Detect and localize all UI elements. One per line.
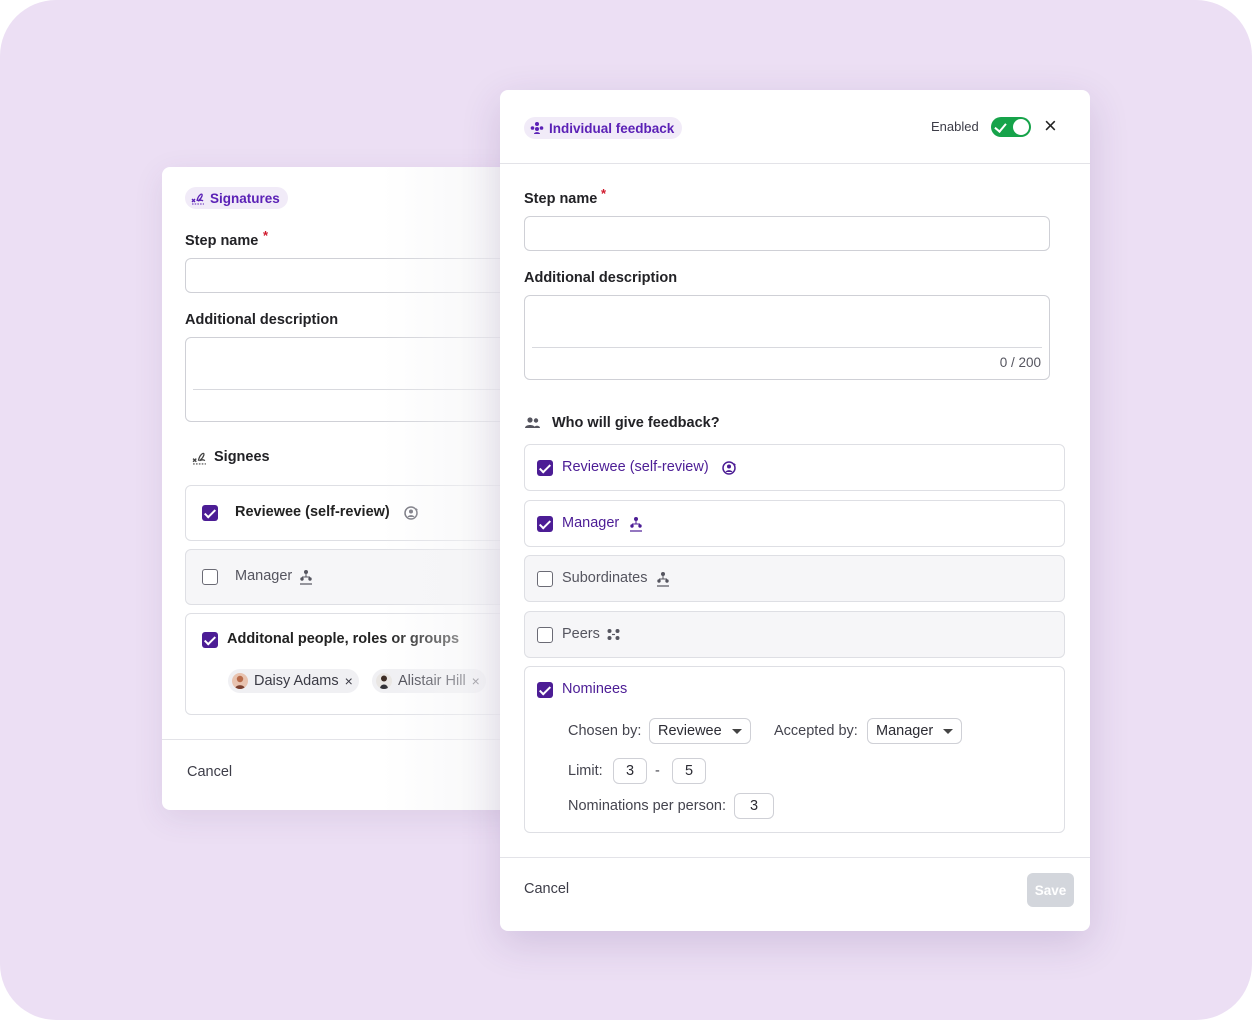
person-chip[interactable]: Daisy Adams × xyxy=(228,669,359,693)
signees-heading: Signees xyxy=(214,449,270,465)
option-label: Additonal people, roles or groups xyxy=(227,631,460,647)
limit-min-input[interactable]: 3 xyxy=(613,758,647,784)
individual-feedback-dialog: Individual feedback Enabled × Step name … xyxy=(500,90,1090,931)
option-label: Reviewee (self-review) xyxy=(562,459,709,475)
step-name-input[interactable] xyxy=(524,216,1050,251)
close-icon[interactable]: × xyxy=(1044,113,1057,139)
avatar xyxy=(232,673,248,689)
reviewee-checkbox[interactable] xyxy=(537,460,553,476)
header-divider xyxy=(500,163,1090,164)
per-person-label: Nominations per person: xyxy=(568,798,726,814)
subordinates-checkbox[interactable] xyxy=(537,571,553,587)
remove-chip-icon[interactable]: × xyxy=(472,673,480,689)
feedback-icon xyxy=(530,121,544,135)
required-mark: * xyxy=(263,228,269,243)
avatar xyxy=(376,673,392,689)
char-count: 0 / 200 xyxy=(999,355,1041,370)
hierarchy-icon xyxy=(299,569,313,590)
nominees-checkbox[interactable] xyxy=(537,682,553,698)
manager-checkbox[interactable] xyxy=(537,516,553,532)
chevron-down-icon xyxy=(731,728,742,734)
option-label: Reviewee (self-review) xyxy=(235,504,390,520)
toggle-knob xyxy=(1013,119,1029,135)
chosen-by-label: Chosen by: xyxy=(568,723,642,739)
chip-name: Alistair Hill xyxy=(398,673,466,689)
chevron-down-icon xyxy=(943,728,954,734)
signee-reviewee-option[interactable]: Reviewee (self-review) xyxy=(185,485,522,541)
option-label: Nominees xyxy=(562,681,628,697)
signee-additional-option[interactable]: Additonal people, roles or groups Daisy … xyxy=(185,613,522,715)
textarea-divider xyxy=(532,347,1042,348)
footer-divider xyxy=(162,739,522,740)
signatures-dialog: Signatures Step name * Additional descri… xyxy=(162,167,522,810)
remove-chip-icon[interactable]: × xyxy=(345,673,353,689)
signature-icon xyxy=(192,450,207,470)
manager-checkbox[interactable] xyxy=(202,569,218,585)
per-person-input[interactable]: 3 xyxy=(734,793,774,819)
step-name-label: Step name xyxy=(185,233,259,249)
enabled-label: Enabled xyxy=(931,119,979,134)
hierarchy-icon xyxy=(656,571,670,592)
option-label: Peers xyxy=(562,626,600,642)
accepted-by-select[interactable]: Manager xyxy=(867,718,963,744)
chosen-by-select[interactable]: Reviewee xyxy=(649,718,751,744)
additional-checkbox[interactable] xyxy=(202,632,218,648)
who-heading: Who will give feedback? xyxy=(552,415,720,431)
tag-label: Individual feedback xyxy=(549,120,675,136)
reviewee-option[interactable]: Reviewee (self-review) xyxy=(524,444,1065,491)
person-chip[interactable]: Alistair Hill × xyxy=(372,669,486,693)
limit-label: Limit: xyxy=(568,763,603,779)
limit-max-input[interactable]: 5 xyxy=(672,758,706,784)
chip-name: Daisy Adams xyxy=(254,673,339,689)
required-mark: * xyxy=(601,186,607,201)
reviewee-checkbox[interactable] xyxy=(202,505,218,521)
option-label: Manager xyxy=(562,515,620,531)
check-icon xyxy=(994,120,1007,133)
step-name-label: Step name xyxy=(524,191,598,207)
hierarchy-icon xyxy=(629,516,643,537)
textarea-divider xyxy=(193,389,522,390)
description-textarea[interactable] xyxy=(185,337,522,422)
description-textarea[interactable] xyxy=(524,295,1050,380)
enabled-toggle[interactable] xyxy=(991,117,1031,137)
subordinates-option[interactable]: Subordinates xyxy=(524,555,1065,602)
chosen-by-value: Reviewee xyxy=(658,723,722,739)
individual-feedback-tag: Individual feedback xyxy=(524,117,683,139)
self-review-icon xyxy=(721,460,737,481)
manager-option[interactable]: Manager xyxy=(524,500,1065,547)
option-label: Subordinates xyxy=(562,570,648,586)
description-label: Additional description xyxy=(524,270,678,286)
people-icon xyxy=(524,416,541,435)
signee-manager-option[interactable]: Manager xyxy=(185,549,522,605)
signatures-tag: Signatures xyxy=(185,187,288,209)
signature-icon xyxy=(191,191,205,205)
description-label: Additional description xyxy=(185,312,339,328)
accepted-by-value: Manager xyxy=(876,723,934,739)
peers-option[interactable]: Peers xyxy=(524,611,1065,658)
footer-divider xyxy=(500,857,1090,858)
peers-icon xyxy=(606,628,621,647)
cancel-button[interactable]: Cancel xyxy=(524,881,569,897)
save-button[interactable]: Save xyxy=(1027,873,1074,907)
tag-label: Signatures xyxy=(210,190,280,206)
limit-separator: - xyxy=(655,763,660,779)
nominees-option[interactable]: Nominees Chosen by: Reviewee Accepted by… xyxy=(524,666,1065,833)
step-name-input[interactable] xyxy=(185,258,522,293)
peers-checkbox[interactable] xyxy=(537,627,553,643)
self-review-icon xyxy=(403,505,419,526)
option-label: Manager xyxy=(235,568,293,584)
cancel-button[interactable]: Cancel xyxy=(187,764,232,780)
accepted-by-label: Accepted by: xyxy=(774,723,858,739)
